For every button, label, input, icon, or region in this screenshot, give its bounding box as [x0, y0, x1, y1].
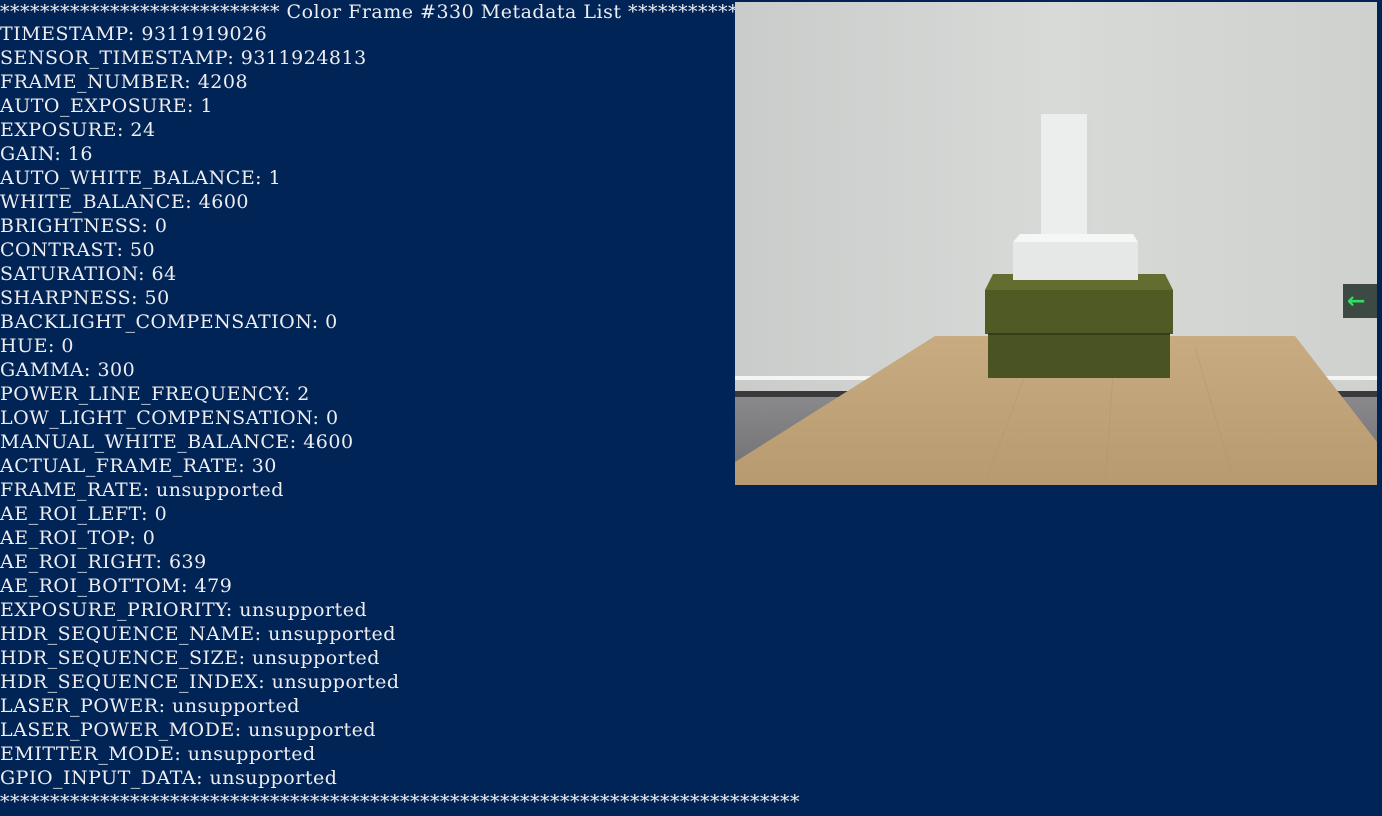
metadata-line-actual-frame-rate: ACTUAL_FRAME_RATE: 30: [0, 455, 277, 477]
metadata-line-emitter-mode: EMITTER_MODE: unsupported: [0, 743, 316, 765]
olive-box-lid: [985, 290, 1173, 334]
metadata-line-low-light-compensation: LOW_LIGHT_COMPENSATION: 0: [0, 407, 339, 429]
camera-frame-image: ←: [735, 2, 1377, 485]
metadata-footer: ****************************************…: [0, 791, 800, 813]
metadata-line-ae-roi-bottom: AE_ROI_BOTTOM: 479: [0, 575, 233, 597]
metadata-line-gamma: GAMMA: 300: [0, 359, 136, 381]
metadata-line-ae-roi-right: AE_ROI_RIGHT: 639: [0, 551, 207, 573]
metadata-line-ae-roi-top: AE_ROI_TOP: 0: [0, 527, 156, 549]
metadata-line-frame-number: FRAME_NUMBER: 4208: [0, 71, 249, 93]
metadata-line-gpio-input-data: GPIO_INPUT_DATA: unsupported: [0, 767, 338, 789]
white-box-top: [1013, 234, 1138, 242]
metadata-line-sensor-timestamp: SENSOR_TIMESTAMP: 9311924813: [0, 47, 367, 69]
olive-box-base: [988, 334, 1170, 378]
metadata-line-exposure-priority: EXPOSURE_PRIORITY: unsupported: [0, 599, 368, 621]
metadata-line-hdr-sequence-name: HDR_SEQUENCE_NAME: unsupported: [0, 623, 396, 645]
metadata-line-laser-power: LASER_POWER: unsupported: [0, 695, 300, 717]
metadata-line-contrast: CONTRAST: 50: [0, 239, 156, 261]
console-window[interactable]: **************************** Color Frame…: [0, 0, 1382, 816]
metadata-line-auto-exposure: AUTO_EXPOSURE: 1: [0, 95, 213, 117]
metadata-line-ae-roi-left: AE_ROI_LEFT: 0: [0, 503, 168, 525]
metadata-line-brightness: BRIGHTNESS: 0: [0, 215, 168, 237]
metadata-line-white-balance: WHITE_BALANCE: 4600: [0, 191, 249, 213]
metadata-line-laser-power-mode: LASER_POWER_MODE: unsupported: [0, 719, 377, 741]
metadata-line-power-line-frequency: POWER_LINE_FREQUENCY: 2: [0, 383, 310, 405]
metadata-line-manual-white-balance: MANUAL_WHITE_BALANCE: 4600: [0, 431, 354, 453]
tall-box-front: [1041, 114, 1091, 234]
white-box-front: [1013, 242, 1138, 280]
metadata-line-timestamp: TIMESTAMP: 9311919026: [0, 23, 268, 45]
metadata-line-sharpness: SHARPNESS: 50: [0, 287, 170, 309]
metadata-line-backlight-compensation: BACKLIGHT_COMPENSATION: 0: [0, 311, 338, 333]
exit-sign-arrow: ←: [1347, 289, 1365, 314]
metadata-line-hue: HUE: 0: [0, 335, 74, 357]
metadata-line-hdr-sequence-index: HDR_SEQUENCE_INDEX: unsupported: [0, 671, 400, 693]
metadata-line-exposure: EXPOSURE: 24: [0, 119, 156, 141]
metadata-line-gain: GAIN: 16: [0, 143, 93, 165]
metadata-line-hdr-sequence-size: HDR_SEQUENCE_SIZE: unsupported: [0, 647, 380, 669]
metadata-line-saturation: SATURATION: 64: [0, 263, 177, 285]
metadata-line-auto-white-balance: AUTO_WHITE_BALANCE: 1: [0, 167, 282, 189]
color-frame-preview[interactable]: ←: [735, 2, 1377, 485]
metadata-line-frame-rate: FRAME_RATE: unsupported: [0, 479, 284, 501]
tall-box-side: [1087, 114, 1093, 234]
